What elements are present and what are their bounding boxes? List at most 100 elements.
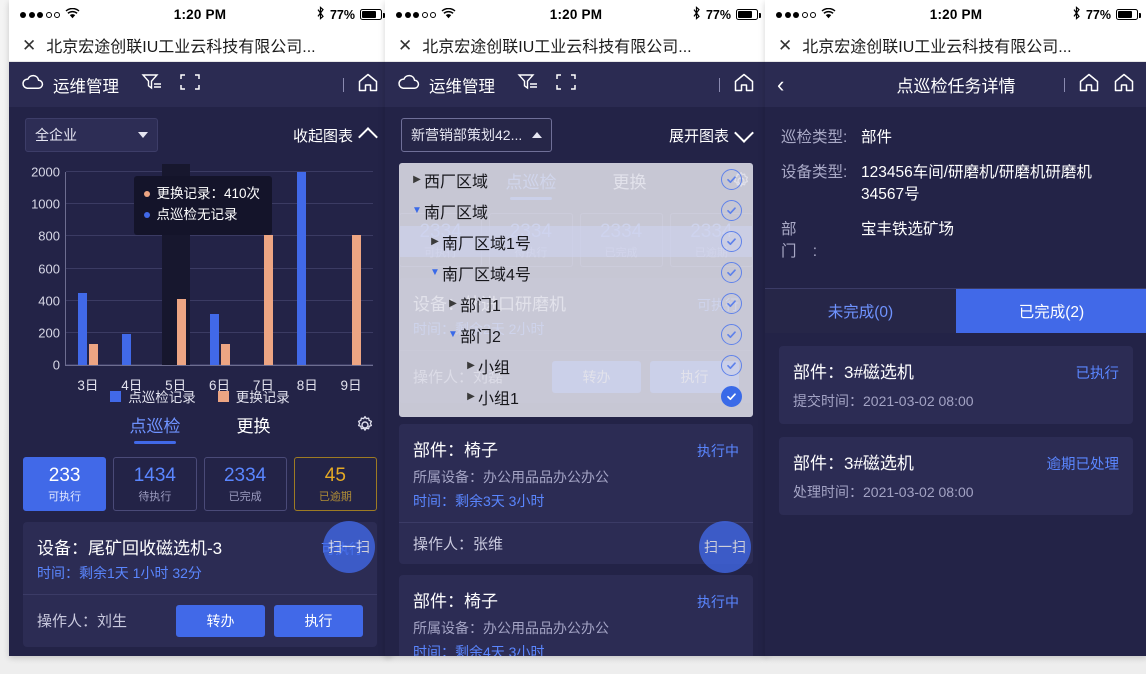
scan-frame-icon[interactable]: [555, 72, 577, 97]
tab-inspection[interactable]: 点巡检: [130, 412, 181, 444]
part-card-operator: 操作人：张维: [413, 535, 504, 553]
panel1-toolbar: 全企业 收起图表: [9, 107, 391, 158]
chevron-down-icon[interactable]: ▼: [410, 205, 424, 216]
panel2-toolbar: 新营销部策划42... 展开图表: [385, 107, 767, 158]
tree-node[interactable]: ▶ 南厂区域1号: [400, 226, 752, 257]
transfer-button[interactable]: 转办: [176, 604, 265, 637]
home-icon-2[interactable]: [1113, 72, 1135, 98]
scan-fab-button[interactable]: 扫一扫: [323, 521, 375, 573]
tree-node[interactable]: ▼ 南厂区域4号: [400, 257, 752, 288]
chart-tooltip-dot: [143, 191, 150, 198]
tree-node[interactable]: ▼ 南厂区域: [400, 195, 752, 226]
check-circle-icon[interactable]: [721, 324, 742, 345]
chevron-right-icon[interactable]: ▶: [446, 298, 460, 309]
chevron-right-icon[interactable]: ▶: [428, 236, 442, 247]
chart-y-tick-label: 0: [52, 357, 60, 373]
tree-node[interactable]: ▶ 部门1: [400, 288, 752, 319]
task-card-header: 设备：尾矿回收磁选机-3 可执行: [37, 534, 363, 559]
filter-icon[interactable]: [141, 72, 163, 97]
scan-fab-button[interactable]: 扫一扫: [699, 521, 751, 573]
task-card-buttons: 转办 执行: [176, 604, 363, 637]
chevron-right-icon[interactable]: ▶: [410, 174, 424, 185]
gear-icon[interactable]: [355, 415, 375, 440]
part-card-2[interactable]: 部件：椅子 执行中 所属设备：办公用品品办公办公 时间：剩余4天 3小时 操作人…: [399, 574, 753, 656]
segment-incomplete[interactable]: 未完成(0): [765, 289, 956, 333]
app-brand: 运维管理: [397, 73, 495, 97]
close-icon[interactable]: ✕: [778, 37, 792, 54]
check-circle-icon[interactable]: [721, 293, 742, 314]
chevron-left-icon[interactable]: ‹: [777, 73, 784, 96]
segment-completed[interactable]: 已完成(2): [956, 289, 1146, 333]
detail-key: 设备类型:: [781, 164, 848, 181]
expand-chart-button[interactable]: 展开图表: [669, 123, 754, 146]
stat-box-3[interactable]: 45 已逾期: [293, 457, 377, 511]
stat-box-2[interactable]: 2334 已完成: [203, 457, 287, 511]
stat-label: 可执行: [48, 490, 82, 503]
tree-node-label: 部门1: [460, 297, 501, 315]
chart-tooltip-row: 点巡检无记录: [143, 205, 261, 226]
completed-card-1[interactable]: 部件：3#磁选机 已执行 提交时间：2021-03-02 08:00: [779, 346, 1133, 424]
phone-panel-1: 1:20 PM 77% ✕ 北京宏途创联IU工业云科技有限公司... 运维管理: [9, 0, 391, 656]
part-card-device: 所属设备：办公用品品办公办公: [413, 619, 609, 636]
app-bar-icons: [141, 72, 201, 97]
home-icon[interactable]: [1078, 72, 1100, 98]
panel1-tabs: 点巡检 更换: [9, 402, 391, 451]
home-icon[interactable]: [733, 72, 755, 98]
department-tree-dropdown[interactable]: ▶ 西厂区域 ▼ 南厂区域 ▶ 南厂区域1号 ▼ 南厂区域4号 ▶ 部门1 ▼ 部门2 ▶ 小组 ▶ 小组1: [399, 163, 753, 417]
panel1-body: 全企业 收起图表 0 200 400 600 800 1000 2000 3日 4日 5日 6日 7日…: [9, 107, 391, 656]
check-circle-icon[interactable]: [721, 231, 742, 252]
chevron-down-icon: [138, 132, 148, 138]
chart-tooltip-text: 更换记录：410次: [156, 186, 261, 201]
chevron-up-icon: [358, 127, 378, 147]
chevron-right-icon[interactable]: ▶: [464, 360, 478, 371]
collapse-chart-button[interactable]: 收起图表: [293, 125, 378, 147]
browser-page-title: 北京宏途创联IU工业云科技有限公司...: [802, 39, 1072, 56]
chart-gridline: [66, 364, 373, 365]
detail-row-device-type: 设备类型: 123456车间/研磨机/研磨机研磨机34567号: [781, 160, 1131, 204]
close-icon[interactable]: ✕: [398, 37, 412, 54]
filter-icon[interactable]: [517, 72, 539, 97]
status-bar: 1:20 PM 77%: [385, 0, 767, 29]
department-select[interactable]: 新营销部策划42...: [401, 118, 553, 152]
scan-fab-label: 扫一扫: [704, 539, 746, 555]
stat-label: 已完成: [228, 490, 262, 503]
scan-frame-icon[interactable]: [179, 72, 201, 97]
stat-box-0[interactable]: 233 可执行: [23, 457, 107, 511]
check-circle-icon[interactable]: [721, 386, 742, 407]
check-circle-icon[interactable]: [721, 355, 742, 376]
chevron-down-icon[interactable]: ▼: [446, 329, 460, 340]
chart-bar: [220, 344, 230, 365]
enterprise-select[interactable]: 全企业: [25, 118, 158, 152]
tab-replacement[interactable]: 更换: [237, 412, 271, 444]
check-circle-icon[interactable]: [721, 169, 742, 190]
detail-value: 部件: [861, 129, 893, 146]
tree-node[interactable]: ▼ 部门2: [400, 319, 752, 350]
battery-icon: [736, 9, 761, 20]
execute-button[interactable]: 执行: [274, 604, 363, 637]
tree-node[interactable]: ▶ 西厂区域: [400, 164, 752, 195]
panel2-body: 新营销部策划42... 展开图表 点巡检 更换 2334可执行2334待执行23…: [385, 107, 767, 656]
chevron-down-icon[interactable]: ▼: [428, 267, 442, 278]
close-icon[interactable]: ✕: [22, 37, 36, 54]
completed-card-2[interactable]: 部件：3#磁选机 逾期已处理 处理时间：2021-03-02 08:00: [779, 437, 1133, 515]
part-card-top: 部件：椅子 执行中 所属设备：办公用品品办公办公 时间：剩余3天 3小时: [399, 424, 753, 522]
part-card-time: 时间：剩余3天 3小时: [413, 492, 545, 509]
task-card-footer: 操作人：刘生 转办 执行: [23, 593, 377, 647]
chart-tooltip-row: 更换记录：410次: [143, 184, 261, 205]
panel3-body: 巡检类型: 部件 设备类型: 123456车间/研磨机/研磨机研磨机34567号…: [765, 107, 1146, 656]
tree-node[interactable]: ▶ 小组: [400, 350, 752, 381]
chart-gridline: [66, 331, 373, 333]
divider: [343, 77, 344, 92]
chevron-up-icon: [532, 132, 543, 138]
status-bar-right: 77%: [1072, 6, 1141, 23]
completed-card-time: 提交时间：2021-03-02 08:00: [793, 393, 974, 409]
completed-card-title: 部件：3#磁选机: [793, 363, 914, 382]
chart-bar: [264, 234, 274, 365]
chevron-right-icon[interactable]: ▶: [464, 391, 478, 402]
stat-box-1[interactable]: 1434 待执行: [113, 457, 197, 511]
check-circle-icon[interactable]: [721, 262, 742, 283]
task-card-operator: 操作人：刘生: [37, 613, 128, 631]
home-icon[interactable]: [357, 72, 379, 98]
tree-node[interactable]: ▶ 小组1: [400, 381, 752, 412]
check-circle-icon[interactable]: [721, 200, 742, 221]
